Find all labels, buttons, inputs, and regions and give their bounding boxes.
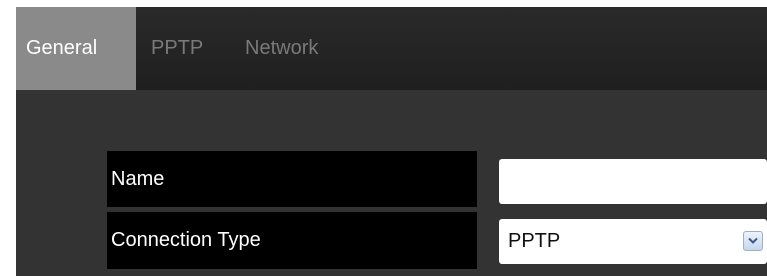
connection-type-select[interactable]: PPTP (499, 219, 767, 264)
tab-network[interactable]: Network (235, 7, 365, 90)
chevron-down-icon[interactable] (743, 231, 763, 251)
connection-type-value: PPTP (508, 230, 561, 252)
connection-type-label: Connection Type (107, 212, 477, 269)
tab-pptp[interactable]: PPTP (141, 7, 231, 90)
tab-bar: General PPTP Network (16, 7, 767, 90)
name-input[interactable] (499, 159, 767, 204)
tab-general[interactable]: General (16, 7, 136, 90)
name-label: Name (107, 151, 477, 207)
